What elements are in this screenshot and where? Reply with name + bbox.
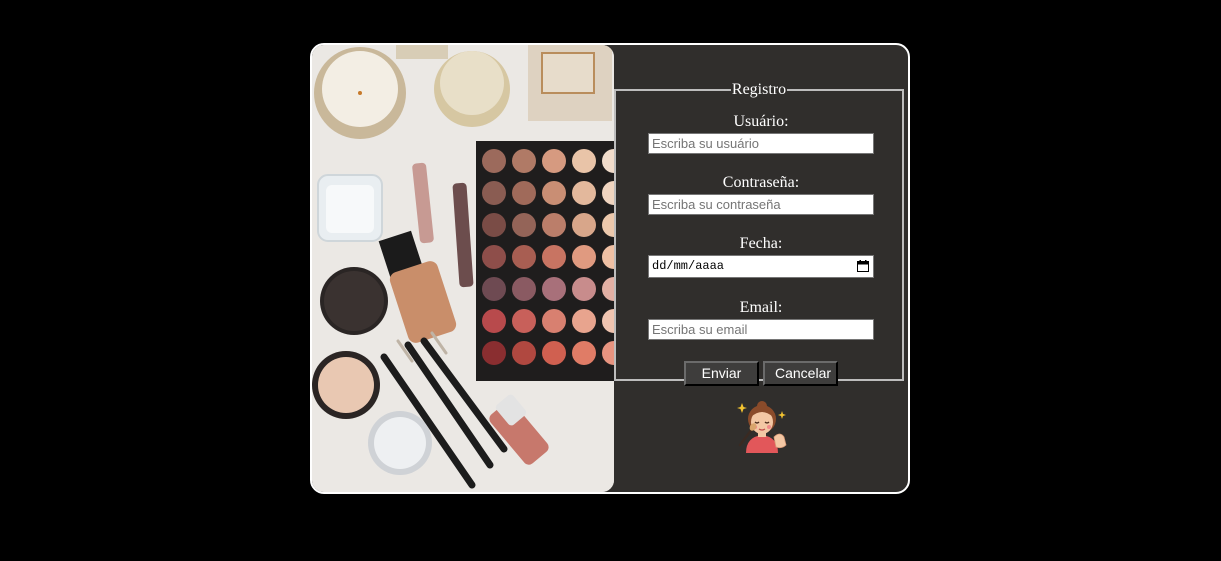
eyeshadow-pan (482, 341, 506, 365)
date-input[interactable]: dd/mm/aaaa (648, 255, 874, 278)
eyeshadow-pan (572, 341, 596, 365)
eyeshadow-pan (572, 309, 596, 333)
date-field-group: Fecha: dd/mm/aaaa (616, 235, 906, 278)
form-panel: Registro Usuário: Contraseña: Fecha: dd/… (614, 45, 908, 492)
eyeshadow-pan (482, 309, 506, 333)
username-input[interactable] (648, 133, 874, 154)
eyeshadow-pan (482, 149, 506, 173)
form-legend: Registro (731, 81, 787, 98)
password-label: Contraseña: (722, 174, 800, 191)
eyeshadow-pan (542, 277, 566, 301)
eyeshadow-pan (482, 245, 506, 269)
makeup-woman-icon (737, 401, 787, 453)
eyeshadow-pan (512, 213, 536, 237)
eyeshadow-pan (572, 277, 596, 301)
username-field-group: Usuário: (616, 113, 906, 154)
calendar-icon[interactable] (857, 260, 869, 272)
eyeshadow-pan (512, 181, 536, 205)
email-field-group: Email: (616, 299, 906, 340)
date-input-value: dd/mm/aaaa (652, 259, 725, 273)
eyeshadow-pan (482, 181, 506, 205)
eyeshadow-pan (512, 341, 536, 365)
submit-button[interactable]: Enviar (684, 361, 759, 386)
eyeshadow-pan (542, 341, 566, 365)
eyeshadow-pan (572, 245, 596, 269)
eyeshadow-pan (512, 149, 536, 173)
eyeshadow-pan (482, 277, 506, 301)
cancel-button[interactable]: Cancelar (763, 361, 838, 386)
eyeshadow-pan (512, 277, 536, 301)
eyeshadow-pan (542, 181, 566, 205)
registration-fieldset: Registro Usuário: Contraseña: Fecha: dd/… (614, 81, 906, 386)
eyeshadow-pan (482, 213, 506, 237)
form-buttons: Enviar Cancelar (616, 361, 906, 386)
eyeshadow-pan (572, 181, 596, 205)
makeup-photo (312, 45, 614, 492)
email-input[interactable] (648, 319, 874, 340)
password-input[interactable] (648, 194, 874, 215)
email-label: Email: (739, 299, 783, 316)
makeup-illustration (312, 45, 614, 492)
password-field-group: Contraseña: (616, 174, 906, 215)
eyeshadow-pan (512, 309, 536, 333)
username-label: Usuário: (733, 113, 789, 130)
eyeshadow-pan (542, 149, 566, 173)
eyeshadow-pan (542, 309, 566, 333)
eyeshadow-pan (512, 245, 536, 269)
registration-card: Registro Usuário: Contraseña: Fecha: dd/… (310, 43, 910, 494)
date-label: Fecha: (739, 235, 783, 252)
eyeshadow-pan (542, 245, 566, 269)
eyeshadow-pan (572, 213, 596, 237)
eyeshadow-pan (572, 149, 596, 173)
eyeshadow-pan (542, 213, 566, 237)
